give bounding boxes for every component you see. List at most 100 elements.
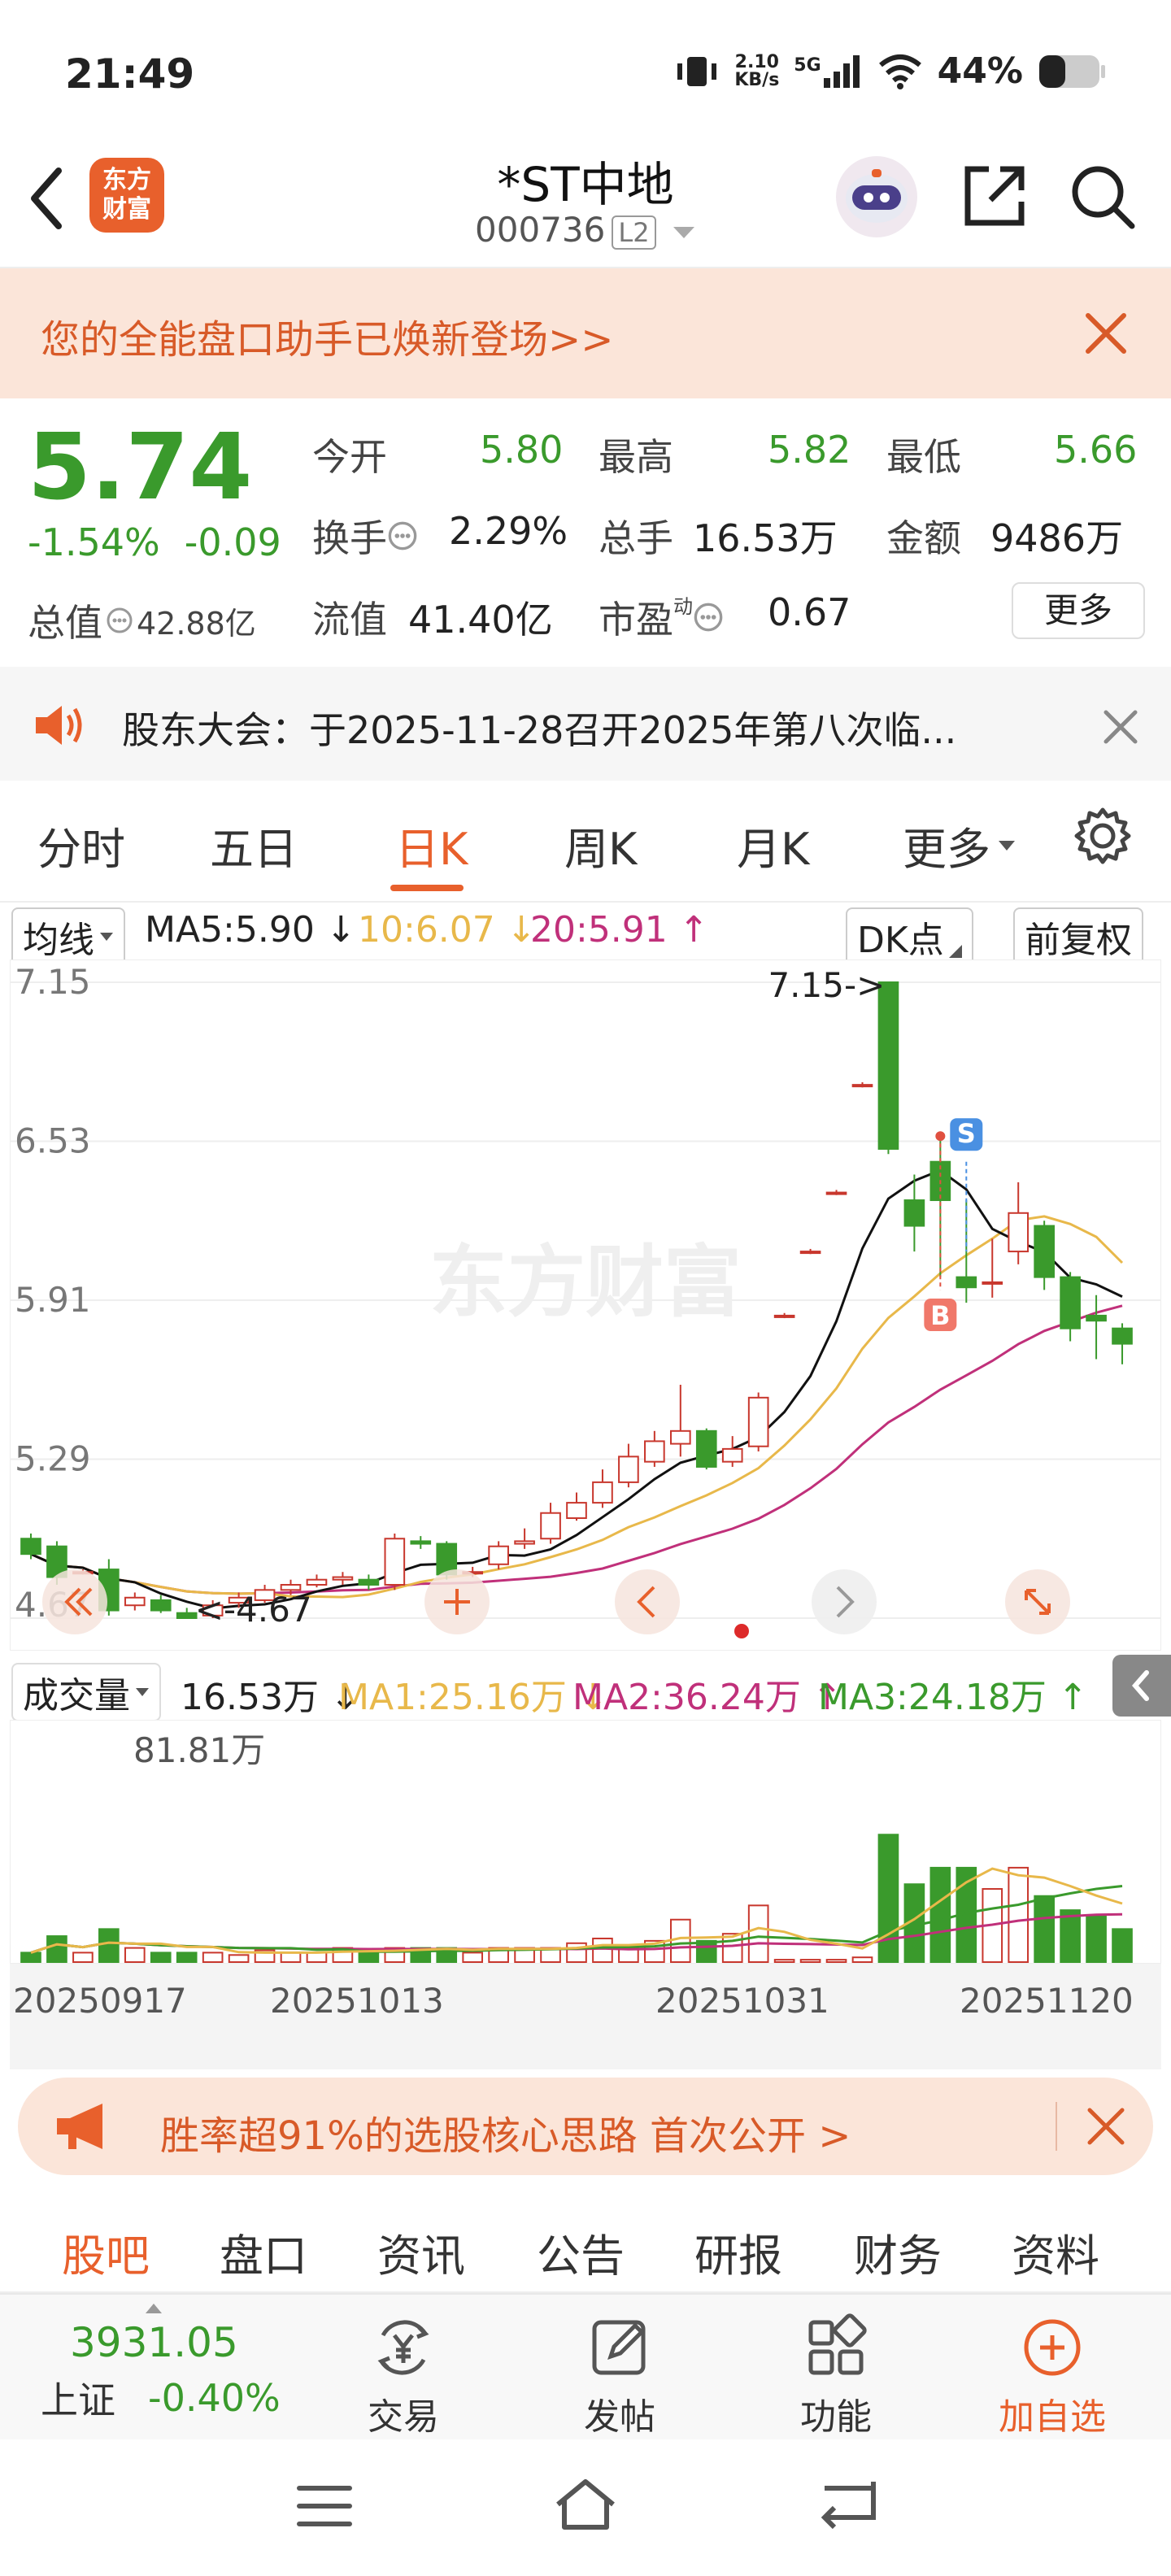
volume-bar bbox=[799, 1959, 821, 1964]
tab-financials[interactable]: 财务 bbox=[854, 2220, 942, 2284]
x-axis-label: 20250917 bbox=[13, 1981, 187, 2021]
candle-body bbox=[566, 1502, 587, 1520]
candle-body bbox=[851, 1084, 873, 1088]
corner-triangle-icon bbox=[948, 945, 962, 958]
candle-body bbox=[124, 1596, 146, 1607]
settings-gear-icon[interactable] bbox=[1072, 805, 1134, 867]
tab-announcements[interactable]: 公告 bbox=[537, 2220, 625, 2284]
dk-point-button[interactable]: DK点 bbox=[846, 907, 973, 966]
bottom-toolbar: 3931.05 上证 -0.40% 交易 发帖 功能 加自选 bbox=[0, 2293, 1171, 2439]
candle-body bbox=[1112, 1327, 1133, 1345]
info-icon[interactable] bbox=[106, 607, 133, 634]
tab-daily-k[interactable]: 日K bbox=[395, 813, 468, 877]
volume-selector[interactable]: 成交量 bbox=[11, 1663, 161, 1721]
chevron-left-icon bbox=[1132, 1670, 1149, 1701]
home-icon[interactable] bbox=[553, 2477, 618, 2532]
close-icon[interactable] bbox=[1083, 311, 1129, 356]
y-tick-label: 5.29 bbox=[15, 1439, 91, 1479]
info-icon[interactable] bbox=[387, 520, 418, 551]
volume-bar bbox=[20, 1952, 41, 1964]
tab-more[interactable]: 更多 bbox=[903, 813, 1016, 877]
tab-five-day[interactable]: 五日 bbox=[210, 813, 298, 877]
candle-body bbox=[982, 1281, 1003, 1285]
candle-body bbox=[721, 1447, 743, 1463]
page-indicator-dot bbox=[734, 1624, 749, 1638]
low-label: 最低 bbox=[886, 435, 961, 479]
price-change: -1.54% -0.09 bbox=[28, 520, 281, 564]
trade-button[interactable]: 交易 bbox=[322, 2311, 485, 2439]
vol-ma2: MA2:36.24万 ↑ bbox=[572, 1677, 842, 1718]
candle bbox=[695, 1428, 717, 1470]
info-icon[interactable] bbox=[693, 602, 724, 633]
promo-divider bbox=[1056, 2102, 1057, 2151]
volume-bar bbox=[176, 1952, 198, 1964]
menu-icon[interactable] bbox=[296, 2482, 353, 2530]
stock-code: 000736 bbox=[475, 210, 606, 250]
ma20-value: 20:5.91 ↑ bbox=[530, 909, 709, 951]
tab-order-book[interactable]: 盘口 bbox=[220, 2220, 307, 2284]
more-button[interactable]: 更多 bbox=[1012, 582, 1145, 639]
caret-down-icon bbox=[100, 933, 113, 941]
float-cap-label: 流值 bbox=[312, 598, 387, 642]
index-change: -0.40% bbox=[148, 2376, 281, 2420]
side-panel-toggle[interactable] bbox=[1112, 1655, 1171, 1717]
features-button[interactable]: 功能 bbox=[755, 2311, 917, 2439]
candle-body bbox=[20, 1538, 41, 1556]
tab-news[interactable]: 资讯 bbox=[377, 2220, 465, 2284]
candlestick-chart[interactable]: 东方财富 7.156.535.915.294.67 7.15-> <-4.67 … bbox=[10, 959, 1161, 1651]
volume-bar bbox=[747, 1904, 769, 1963]
volume-bar bbox=[202, 1952, 224, 1964]
turnover-value: 2.29% bbox=[449, 509, 568, 553]
candle-body bbox=[799, 1251, 821, 1255]
double-left-control[interactable] bbox=[42, 1569, 107, 1634]
tab-research[interactable]: 研报 bbox=[694, 2220, 782, 2284]
volume-max-label: 81.81万 bbox=[133, 1730, 265, 1770]
candle-body bbox=[540, 1512, 561, 1540]
quote-panel: 5.74 -1.54% -0.09 总值 42.88亿 今开 5.80 最高 5… bbox=[0, 398, 1171, 667]
open-label: 今开 bbox=[312, 435, 387, 479]
volume-bar bbox=[592, 1937, 613, 1964]
close-icon[interactable] bbox=[1086, 2107, 1125, 2146]
index-ticker[interactable]: 3931.05 上证 -0.40% bbox=[41, 2303, 301, 2425]
buy-marker-label: B bbox=[930, 1300, 950, 1331]
x-axis-label: 20251120 bbox=[960, 1981, 1134, 2021]
battery-icon bbox=[1039, 54, 1105, 88]
megaphone-icon bbox=[57, 2104, 102, 2149]
index-name: 上证 bbox=[41, 2378, 115, 2422]
tab-monthly-k[interactable]: 月K bbox=[737, 813, 809, 877]
low-annotation: <-4.67 bbox=[195, 1590, 312, 1630]
tab-profile[interactable]: 资料 bbox=[1012, 2220, 1099, 2284]
indicator-selector[interactable]: 均线 bbox=[11, 907, 125, 966]
add-watchlist-button[interactable]: 加自选 bbox=[971, 2311, 1134, 2439]
back-icon[interactable] bbox=[816, 2480, 878, 2530]
announcement-text: 股东大会：于2025-11-28召开2025年第八次临... bbox=[122, 708, 957, 752]
forward-adjust-button[interactable]: 前复权 bbox=[1013, 907, 1143, 966]
volume-bar bbox=[306, 1952, 328, 1964]
tab-forum[interactable]: 股吧 bbox=[62, 2220, 150, 2284]
volume-chart[interactable]: 81.81万 20250917 20251013 20251031 20251120 bbox=[10, 1720, 1161, 2069]
ai-assistant-icon[interactable] bbox=[834, 154, 919, 239]
share-icon[interactable] bbox=[960, 161, 1030, 231]
prev-control[interactable] bbox=[615, 1569, 680, 1634]
vibrate-icon bbox=[677, 56, 717, 86]
tab-weekly-k[interactable]: 周K bbox=[564, 813, 637, 877]
volume-bar bbox=[72, 1952, 94, 1964]
upgrade-banner[interactable]: 您的全能盘口助手已焕新登场>> bbox=[0, 268, 1171, 398]
candle-body bbox=[825, 1191, 847, 1195]
close-icon[interactable] bbox=[1103, 709, 1138, 745]
pe-value: 0.67 bbox=[768, 590, 851, 634]
tab-intraday[interactable]: 分时 bbox=[37, 813, 125, 877]
announcement-bar[interactable]: 股东大会：于2025-11-28召开2025年第八次临... bbox=[0, 667, 1171, 781]
chart-period-tabs: 分时 五日 日K 周K 月K 更多 bbox=[0, 781, 1171, 903]
candle-body bbox=[773, 1314, 795, 1318]
battery-percent: 44% bbox=[937, 50, 1023, 92]
level2-badge: L2 bbox=[612, 215, 656, 250]
next-control[interactable] bbox=[812, 1569, 877, 1634]
y-tick-label: 7.15 bbox=[15, 962, 91, 1002]
search-icon[interactable] bbox=[1067, 161, 1137, 231]
status-bar: 21:49 2.10 KB/s 5G 44% bbox=[0, 0, 1171, 146]
volume-label: 总手 bbox=[599, 516, 673, 560]
post-button[interactable]: 发帖 bbox=[538, 2311, 701, 2439]
promo-banner[interactable]: 胜率超91%的选股核心思路 首次公开 > bbox=[18, 2078, 1153, 2175]
volume-bar bbox=[124, 1947, 146, 1963]
